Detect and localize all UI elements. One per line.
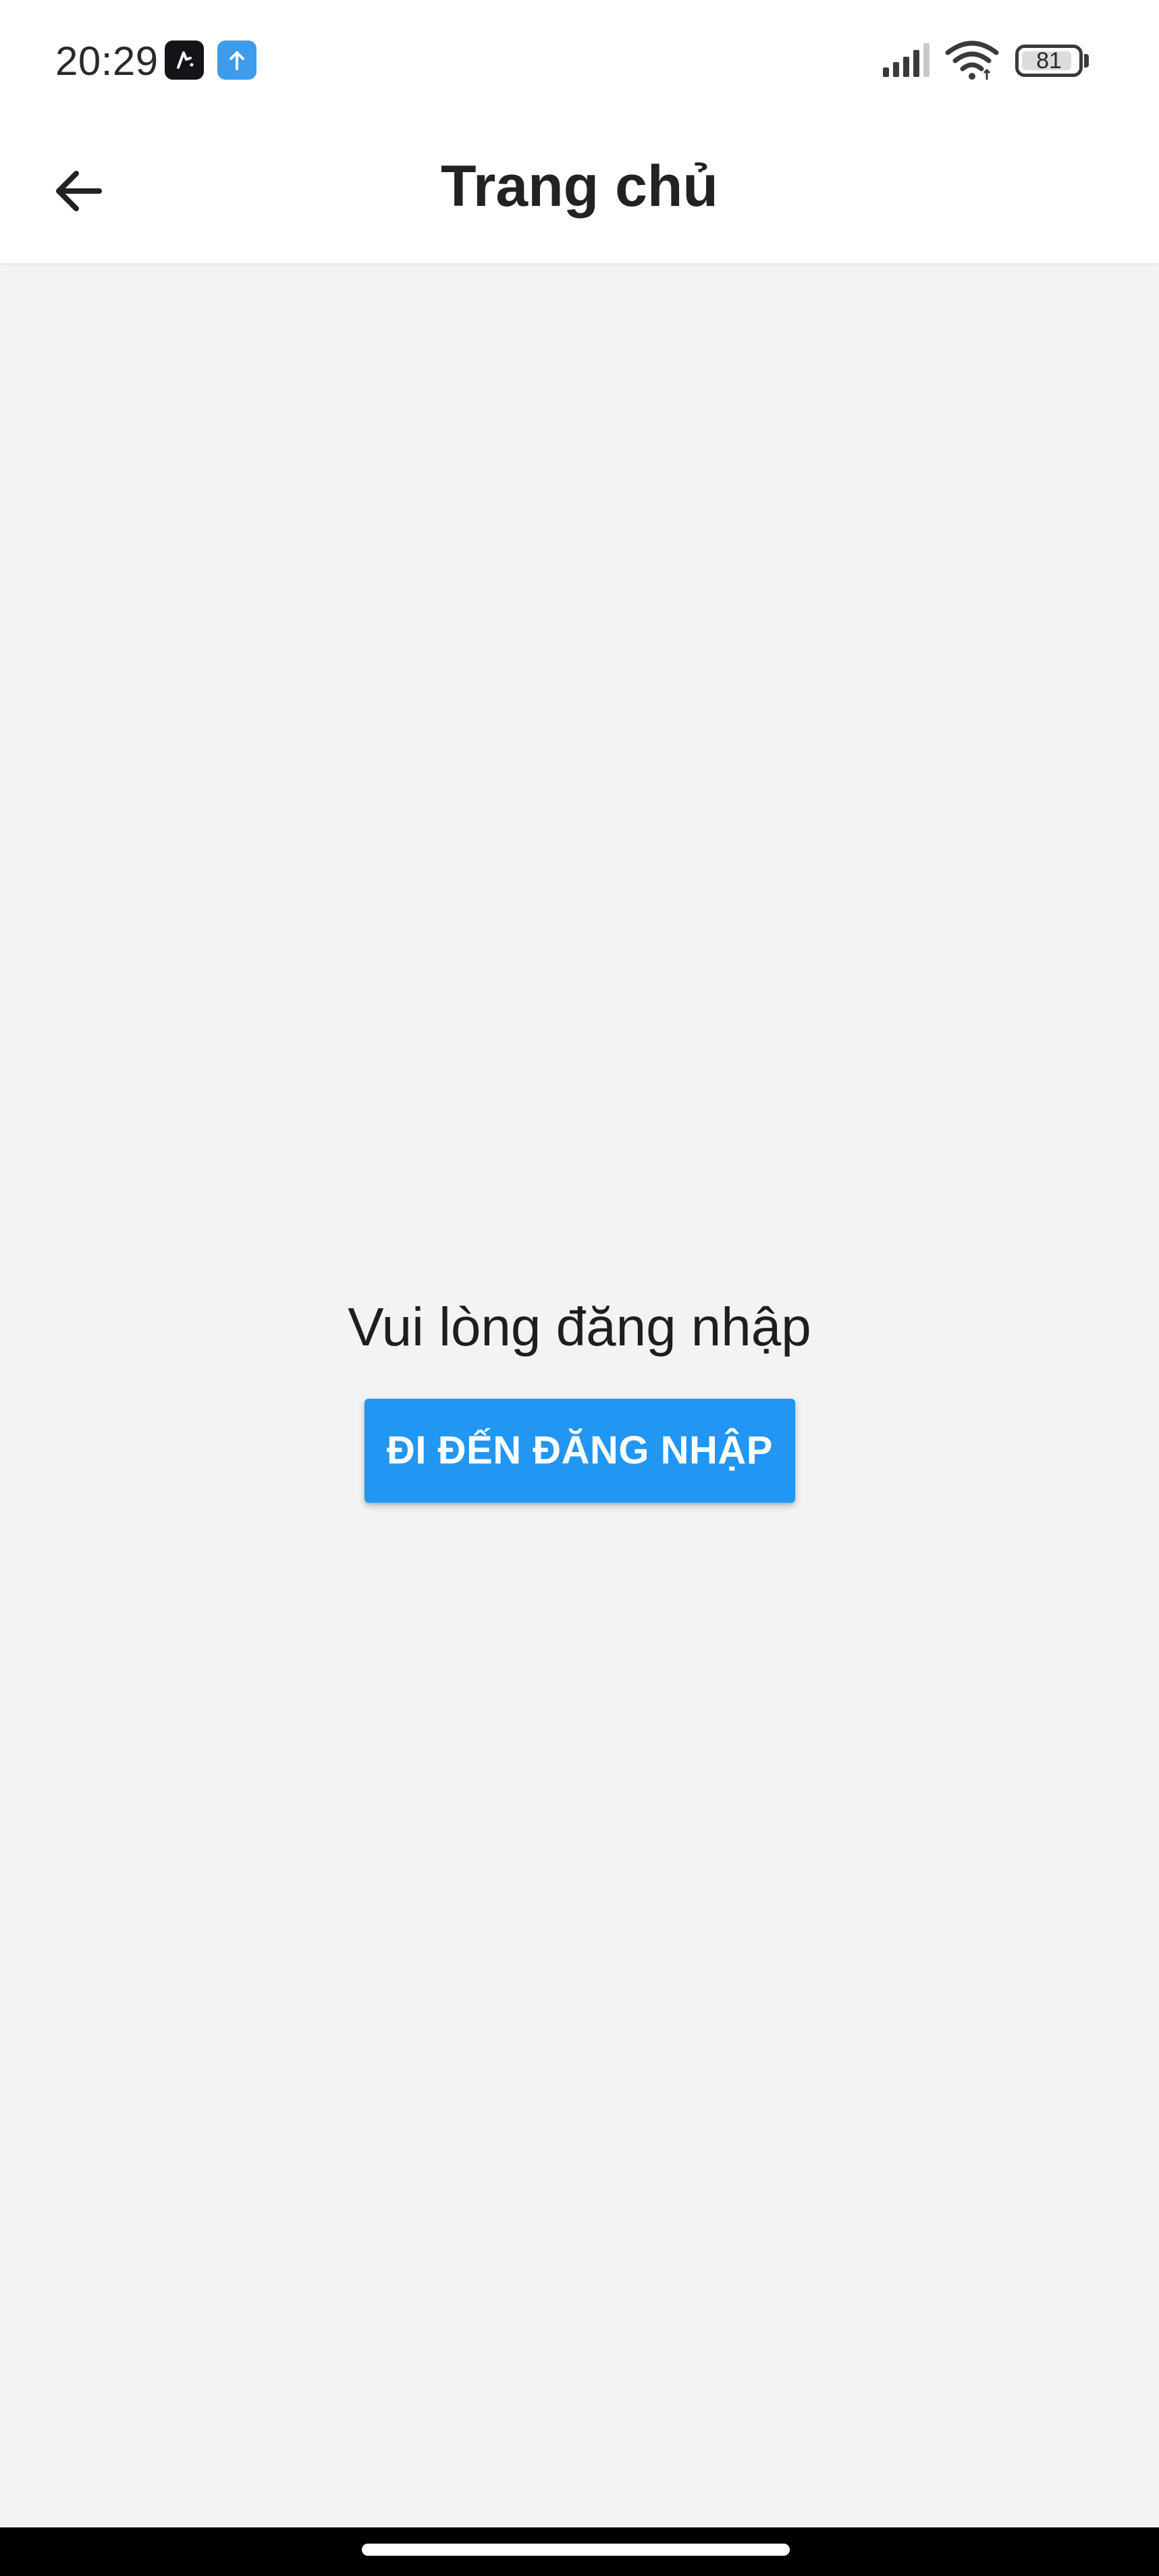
main-content: Vui lòng đăng nhập ĐI ĐẾN ĐĂNG NHẬP <box>0 265 1159 2527</box>
page-title: Trang chủ <box>441 154 718 219</box>
login-message: Vui lòng đăng nhập <box>348 1297 811 1357</box>
wifi-icon <box>945 41 999 80</box>
upload-arrow-icon <box>217 41 257 80</box>
app-bar: Trang chủ <box>0 122 1159 263</box>
battery-level: 81 <box>1036 48 1062 74</box>
status-time: 20:29 <box>55 38 159 84</box>
dark-app-icon <box>165 41 204 80</box>
go-to-login-button[interactable]: ĐI ĐẾN ĐĂNG NHẬP <box>365 1399 795 1503</box>
battery-tip <box>1084 54 1089 68</box>
system-nav-bar <box>0 2527 1159 2576</box>
status-bar: 20:29 81 <box>0 0 1159 122</box>
signal-icon <box>883 43 929 77</box>
battery-icon: 81 <box>1015 45 1083 77</box>
home-indicator[interactable] <box>362 2544 790 2556</box>
